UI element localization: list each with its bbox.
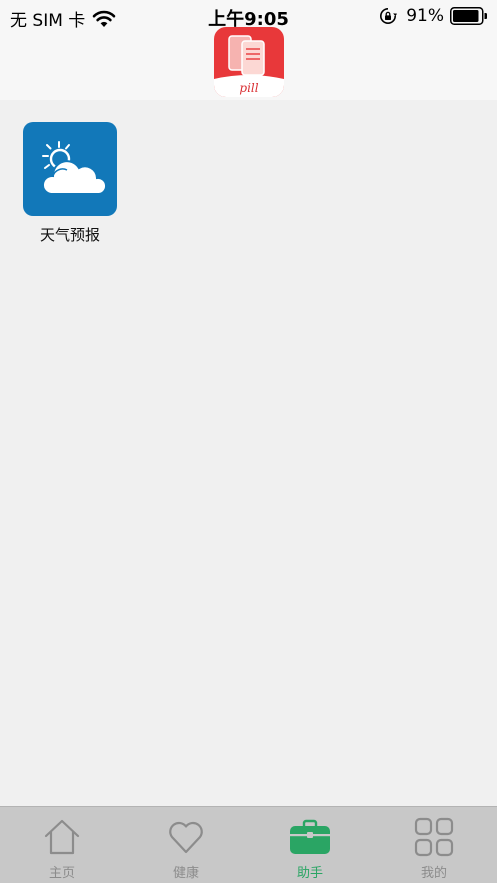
weather-tile-label: 天气预报 [39,226,100,244]
top-bar: 无 SIM 卡 上午9:05 91% pill [0,0,497,100]
status-right: 91% [379,6,487,26]
pill-app-logo-icon: pill [214,27,284,97]
tab-bar: 主页 健康 助手 我的 [0,806,497,883]
briefcase-icon [290,819,330,854]
weather-tile-icon-bg [23,122,117,216]
tab-home[interactable]: 主页 [0,807,124,883]
grid-icon [414,817,454,857]
tab-health-label: 健康 [172,866,199,881]
weather-cloud-sun-icon [42,141,108,195]
tab-helper-label: 助手 [296,866,323,881]
main-content: 天气预报 [0,100,497,806]
tab-home-label: 主页 [48,866,75,881]
tab-mine-label: 我的 [420,866,447,881]
heart-icon [169,821,203,854]
tab-mine[interactable]: 我的 [372,807,496,883]
home-icon [44,819,80,855]
battery-icon [450,7,487,25]
weather-tile[interactable]: 天气预报 [18,122,122,245]
rotation-lock-icon [380,8,398,24]
screen: 无 SIM 卡 上午9:05 91% pill 天气预报 主页 健康 助手 我的 [0,0,497,883]
tab-helper[interactable]: 助手 [248,807,372,883]
tab-health[interactable]: 健康 [124,807,248,883]
logo-text: pill [239,81,258,95]
battery-percent: 91% [406,6,444,26]
